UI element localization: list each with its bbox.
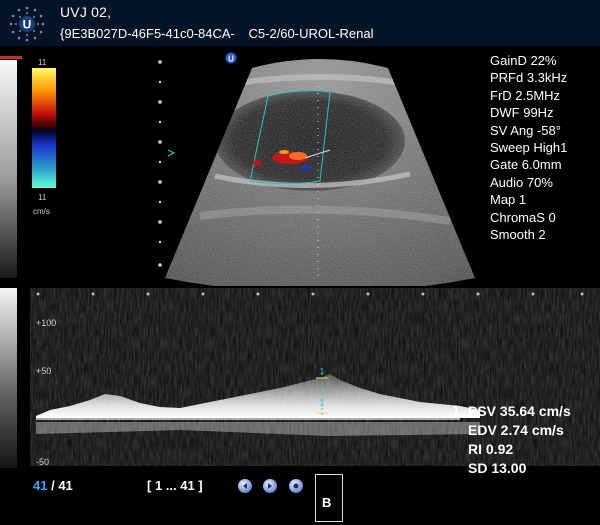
psv-value: PSV 35.64 cm/s xyxy=(468,403,571,419)
stop-icon xyxy=(293,483,299,489)
ri-value: RI 0.92 xyxy=(468,441,514,457)
color-velocity-bar xyxy=(32,68,56,188)
param-gain: GainD 22% xyxy=(490,53,557,68)
stop-button[interactable] xyxy=(289,479,303,493)
next-frame-button[interactable] xyxy=(263,479,277,493)
play-forward-icon xyxy=(268,483,272,489)
sd-value: SD 13.00 xyxy=(468,460,527,476)
logo-letter: U xyxy=(23,18,32,32)
frame-current: 41 xyxy=(33,478,48,493)
play-back-icon xyxy=(243,483,247,489)
patient-id: {9E3B027D-46F5-41c0-84CA- xyxy=(60,26,235,41)
b-mode-label: B xyxy=(322,495,332,510)
measurement-results: PSV 35.64 cm/s EDV 2.74 cm/s RI 0.92 SD … xyxy=(468,402,571,478)
param-prf: PRFd 3.3kHz xyxy=(490,70,568,86)
orientation-marker-icon: U xyxy=(225,52,237,64)
measurement-index: 1 xyxy=(452,402,460,418)
logo-icon: U xyxy=(8,5,46,43)
axis-label-50: +50 xyxy=(36,366,51,376)
focus-marker-icon xyxy=(167,149,176,157)
cursor-mark-top: 1 xyxy=(320,367,325,376)
probe-preset: C5-2/60-UROL-Renal xyxy=(248,26,374,41)
param-gate: Gate 6.0mm xyxy=(490,157,562,173)
axis-label-neg50: -50 xyxy=(36,457,49,466)
param-frequency: FrD 2.5MHz xyxy=(490,87,561,103)
color-scale-max: 11 xyxy=(38,58,47,67)
acquisition-parameters: GainD 22% PRFd 3.3kHz FrD 2.5MHz DWF 99H… xyxy=(490,52,567,243)
patient-name: UVJ 02, xyxy=(60,4,112,20)
active-marker xyxy=(0,56,22,59)
axis-label-100: +100 xyxy=(36,318,56,328)
previous-frame-button[interactable] xyxy=(238,479,252,493)
param-sweep: Sweep High1 xyxy=(490,140,568,156)
spectrum-grayscale-bar xyxy=(0,288,17,468)
grayscale-bar xyxy=(0,60,17,278)
svg-text:U: U xyxy=(228,55,234,64)
bmode-image[interactable] xyxy=(160,46,480,286)
edv-value: EDV 2.74 cm/s xyxy=(468,422,564,438)
frame-counter: 41 / 41 xyxy=(33,478,73,493)
param-map: Map 1 xyxy=(490,192,527,208)
param-smooth: Smooth 2 xyxy=(490,227,546,243)
cursor-mark-mid: 1 xyxy=(320,399,325,408)
param-wall-filter: DWF 99Hz xyxy=(490,105,554,121)
param-sv-angle: SV Ang -58° xyxy=(490,122,561,138)
color-scale-unit: cm/s xyxy=(33,207,50,216)
param-chroma: ChromaS 0 xyxy=(490,209,556,225)
param-audio: Audio 70% xyxy=(490,174,553,190)
exam-info: {9E3B027D-46F5-41c0-84CA- C5-2/60-UROL-R… xyxy=(60,26,384,41)
frame-range: [ 1 ... 41 ] xyxy=(147,478,203,493)
color-scale-min: 11 xyxy=(38,193,47,202)
frame-total: / 41 xyxy=(51,478,73,493)
